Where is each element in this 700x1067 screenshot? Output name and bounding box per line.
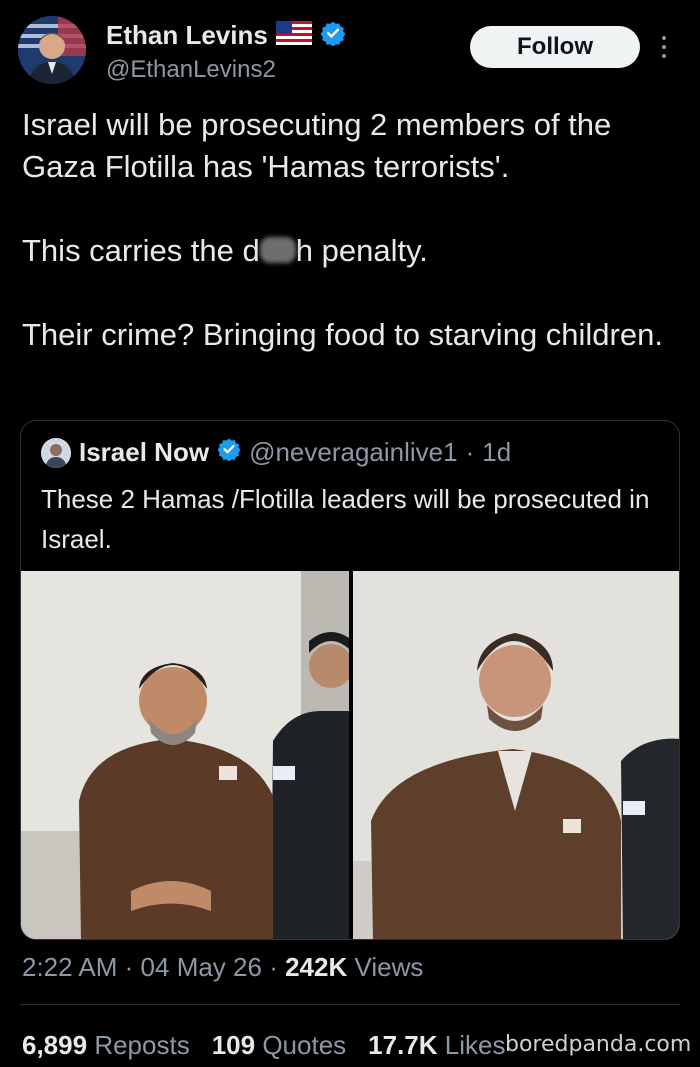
- likes-stat[interactable]: 17.7K Likes: [368, 1030, 505, 1061]
- views-count[interactable]: 242K: [285, 952, 347, 982]
- tweet-header: Ethan Levins @EthanLevins2 Follow: [18, 16, 682, 90]
- quoted-media: [21, 571, 679, 939]
- quoted-tweet[interactable]: Israel Now @neveragainlive1 · 1d These 2…: [20, 420, 680, 940]
- tweet-time[interactable]: 2:22 AM: [22, 952, 117, 982]
- quoted-text: These 2 Hamas /Flotilla leaders will be …: [41, 484, 650, 554]
- tweet-body: Israel will be prosecuting 2 members of …: [22, 104, 682, 356]
- quotes-count: 109: [211, 1030, 256, 1060]
- photo-left[interactable]: [21, 571, 349, 939]
- us-flag-icon: [275, 21, 312, 50]
- views-label: Views: [354, 952, 424, 982]
- author-name-row: Ethan Levins: [106, 20, 346, 51]
- follow-button[interactable]: Follow: [470, 26, 640, 68]
- quotes-label: Quotes: [262, 1030, 347, 1060]
- reposts-count: 6,899: [22, 1030, 88, 1060]
- meta-separator: ·: [124, 952, 134, 982]
- watermark-text: boredpanda.com: [505, 1032, 692, 1057]
- reposts-stat[interactable]: 6,899 Reposts: [22, 1030, 190, 1061]
- photo-right[interactable]: [353, 571, 679, 939]
- tweet-line-2-end: h penalty.: [295, 233, 428, 268]
- verified-badge-icon[interactable]: [320, 20, 346, 51]
- meta-separator: ·: [269, 952, 278, 982]
- tweet-line-1: Israel will be prosecuting 2 members of …: [22, 107, 612, 184]
- likes-count: 17.7K: [368, 1030, 438, 1060]
- divider: [20, 1004, 680, 1005]
- more-options-icon[interactable]: [656, 30, 672, 64]
- author-avatar[interactable]: [18, 16, 86, 84]
- quoted-separator: ·: [465, 437, 475, 467]
- censor-blur: [259, 237, 296, 263]
- likes-label: Likes: [444, 1030, 506, 1060]
- quotes-stat[interactable]: 109 Quotes: [212, 1030, 346, 1061]
- quoted-header: Israel Now @neveragainlive1 · 1d: [41, 437, 511, 468]
- tweet-line-2: This carries the d h penalty.: [22, 230, 682, 272]
- reposts-label: Reposts: [94, 1030, 190, 1060]
- tweet-meta: 2:22 AM · 04 May 26 · 242K Views: [22, 952, 423, 983]
- author-display-name[interactable]: Ethan Levins: [106, 20, 268, 51]
- tweet-date[interactable]: 04 May 26: [141, 952, 262, 982]
- quoted-handle[interactable]: @neveragainlive1: [249, 437, 458, 468]
- engagement-stats: 6,899 Reposts 109 Quotes 17.7K Likes: [22, 1030, 505, 1061]
- author-handle[interactable]: @EthanLevins2: [106, 56, 276, 84]
- tweet-line-2-start: This carries the d: [22, 233, 260, 268]
- quoted-display-name[interactable]: Israel Now: [79, 437, 209, 468]
- quoted-time[interactable]: 1d: [482, 437, 511, 468]
- tweet-line-3: Their crime? Bringing food to starving c…: [22, 317, 663, 352]
- quoted-avatar[interactable]: [41, 437, 71, 468]
- quoted-verified-badge-icon: [217, 437, 241, 468]
